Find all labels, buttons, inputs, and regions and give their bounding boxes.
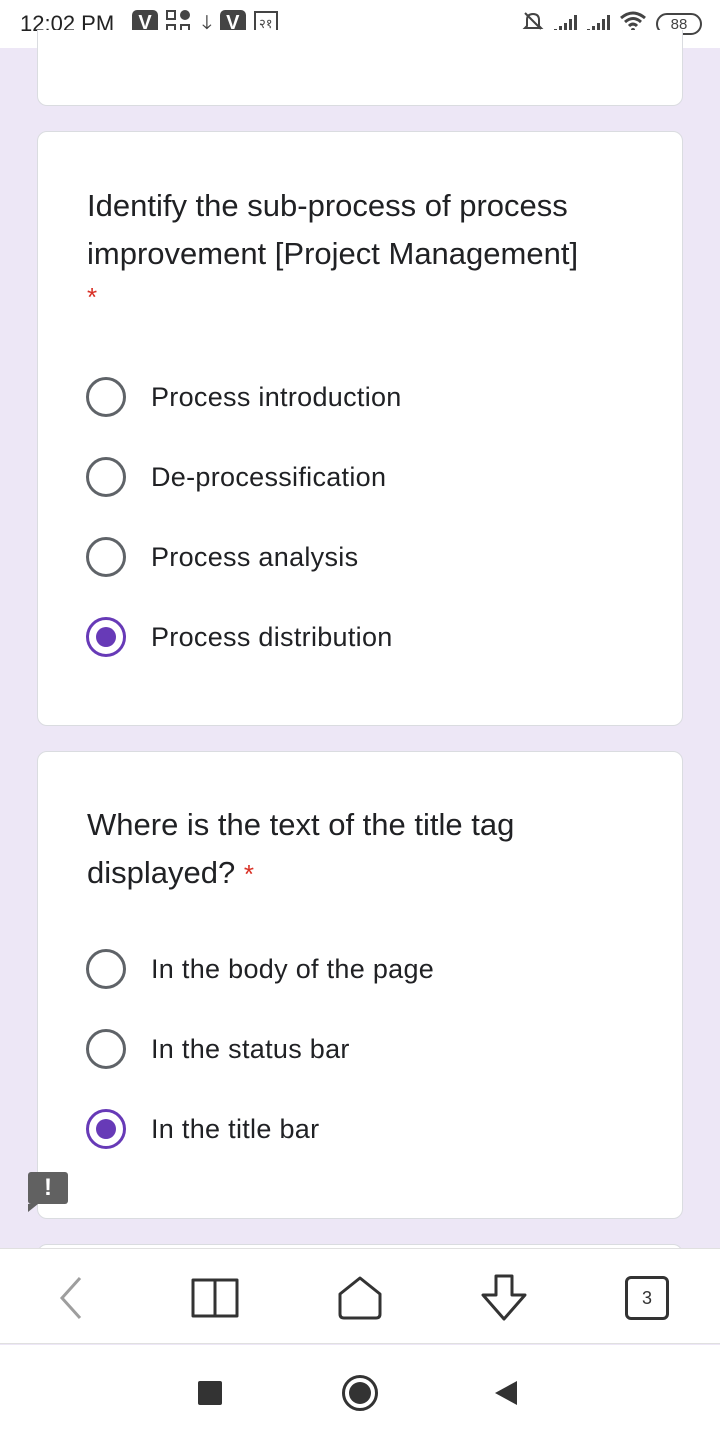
system-nav-bar	[0, 1345, 720, 1440]
required-marker: *	[87, 282, 98, 312]
download-icon[interactable]	[479, 1273, 529, 1323]
radio-option-selected[interactable]: In the title bar	[86, 1107, 319, 1151]
option-label: In the body of the page	[151, 953, 435, 984]
radio-button[interactable]	[86, 377, 126, 417]
question-card: Identify the sub-process of process impr…	[37, 131, 683, 726]
question-title: Identify the sub-process of process impr…	[87, 188, 579, 271]
back-icon[interactable]	[46, 1273, 96, 1323]
radio-option[interactable]: Process analysis	[86, 535, 358, 579]
radio-option[interactable]: Process introduction	[86, 375, 402, 419]
option-label: Process analysis	[151, 541, 359, 572]
required-marker: *	[243, 859, 254, 889]
previous-question-card	[37, 30, 683, 106]
recents-icon[interactable]	[190, 1373, 230, 1413]
radio-option[interactable]: In the body of the page	[86, 947, 434, 991]
bookmarks-icon[interactable]	[190, 1273, 240, 1323]
home-icon[interactable]	[340, 1373, 380, 1413]
feedback-icon[interactable]: !	[28, 1172, 68, 1212]
browser-toolbar: 3	[0, 1248, 720, 1344]
radio-button[interactable]	[86, 457, 126, 497]
radio-button-checked[interactable]	[86, 1109, 126, 1149]
option-label: In the title bar	[151, 1113, 320, 1144]
tab-count: 3	[625, 1276, 669, 1320]
tabs-icon[interactable]: 3	[622, 1273, 672, 1323]
radio-button[interactable]	[86, 537, 126, 577]
radio-button-checked[interactable]	[86, 617, 126, 657]
radio-button[interactable]	[86, 949, 126, 989]
radio-option[interactable]: In the status bar	[86, 1027, 350, 1071]
option-label: In the status bar	[151, 1033, 350, 1064]
radio-option[interactable]: De-processification	[86, 455, 386, 499]
option-label: Process introduction	[151, 381, 402, 412]
home-icon[interactable]	[335, 1273, 385, 1323]
option-label: De-processification	[151, 461, 387, 492]
back-icon[interactable]	[486, 1373, 526, 1413]
radio-option-selected[interactable]: Process distribution	[86, 615, 393, 659]
question-card: Where is the text of the title tag displ…	[37, 751, 683, 1219]
radio-button[interactable]	[86, 1029, 126, 1069]
option-label: Process distribution	[151, 621, 393, 652]
question-title: Where is the text of the title tag displ…	[87, 807, 515, 890]
